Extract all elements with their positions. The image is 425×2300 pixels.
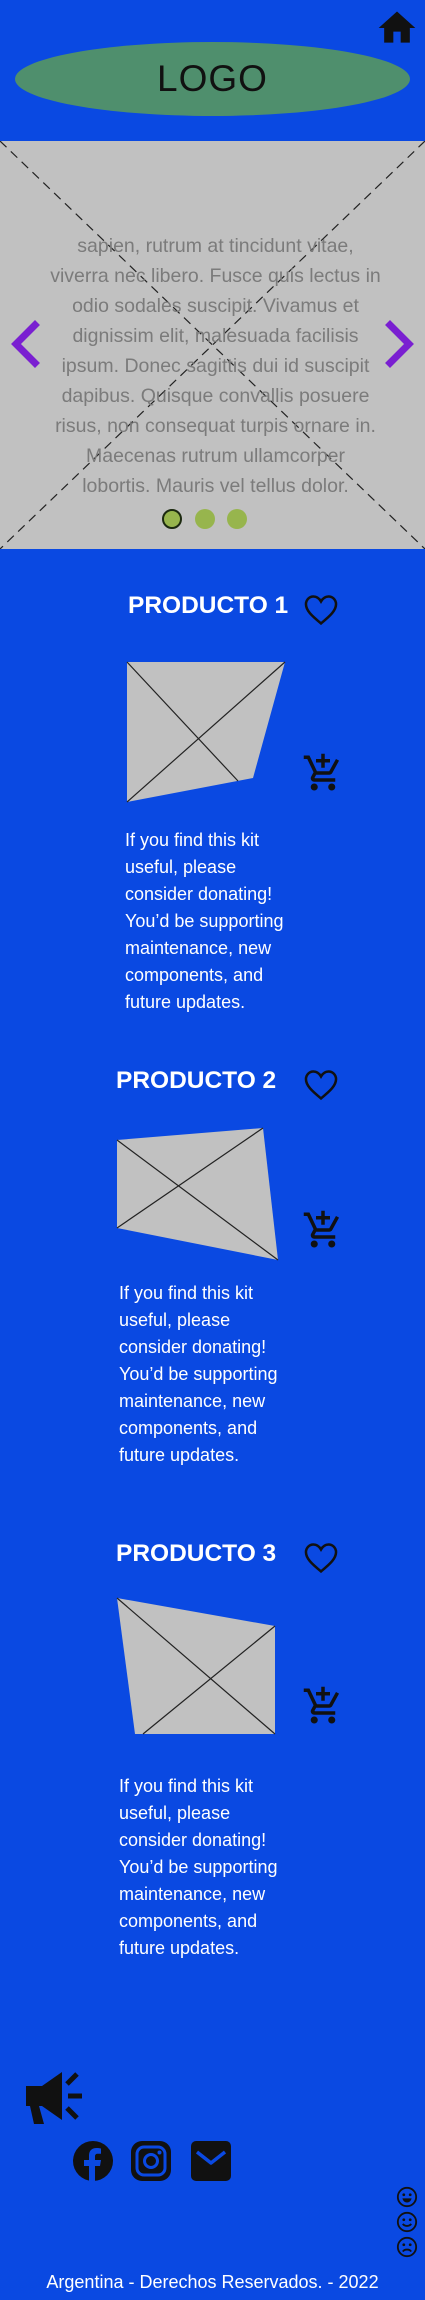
megaphone-icon <box>26 2072 82 2124</box>
product-image-placeholder <box>116 1127 279 1261</box>
description-line: components, and <box>119 1418 258 1438</box>
carousel-dot-3[interactable] <box>227 509 247 529</box>
description-line: consider donating! <box>119 1830 267 1850</box>
chevron-right-icon[interactable] <box>383 319 417 369</box>
mail-icon[interactable] <box>190 2140 232 2182</box>
description-line: maintenance, new <box>119 1884 266 1904</box>
carousel-text-line: dapibus. Quisque convallis posuere <box>61 385 370 407</box>
heart-icon[interactable] <box>302 1538 340 1578</box>
carousel-dot-2[interactable] <box>195 509 215 529</box>
product-card-3: PRODUCTO 3 If you find this kit useful, … <box>0 1508 425 1968</box>
product-card-1: PRODUCTO 1 If you find this kit useful, … <box>0 560 425 1020</box>
description-line: maintenance, new <box>119 1391 266 1411</box>
product-title: PRODUCTO 3 <box>116 1540 277 1567</box>
add-to-cart-icon[interactable] <box>302 750 344 796</box>
happy-face-icon[interactable] <box>396 2186 418 2208</box>
carousel-text-line: sapien, rutrum at tincidunt vitae, <box>77 235 354 257</box>
add-to-cart-icon[interactable] <box>302 1207 344 1253</box>
description-line: consider donating! <box>125 884 273 904</box>
description-line: components, and <box>125 965 264 985</box>
header: LOGO <box>0 0 425 141</box>
chevron-left-icon[interactable] <box>8 319 42 369</box>
product-description: If you find this kit useful, please cons… <box>119 1280 309 1469</box>
product-card-2: PRODUCTO 2 If you find this kit useful, … <box>0 1035 425 1495</box>
carousel-text-line: risus, non consequat turpis ornare in. <box>55 415 376 437</box>
description-line: useful, please <box>119 1310 231 1330</box>
description-line: If you find this kit <box>125 830 260 850</box>
description-line: If you find this kit <box>119 1283 254 1303</box>
carousel-text-line: viverra nec libero. Fusce quis lectus in <box>50 265 381 287</box>
description-line: consider donating! <box>119 1337 267 1357</box>
logo-text: LOGO <box>157 58 268 99</box>
product-description: If you find this kit useful, please cons… <box>119 1773 309 1962</box>
logo[interactable]: LOGO <box>15 42 410 116</box>
description-line: You’d be supporting <box>125 911 284 931</box>
carousel-text-line: odio sodales suscipit. Vivamus et <box>72 295 359 317</box>
description-line: You’d be supporting <box>119 1364 278 1384</box>
image-carousel: sapien, rutrum at tincidunt vitae, viver… <box>0 141 425 549</box>
carousel-text-line: lobortis. Mauris vel tellus dolor. <box>82 475 349 497</box>
product-image-placeholder <box>126 661 286 803</box>
description-line: future updates. <box>119 1445 240 1465</box>
facebook-icon[interactable] <box>72 2140 114 2182</box>
carousel-text-line: ipsum. Donec sagittis dui id suscipit <box>61 355 370 377</box>
description-line: components, and <box>119 1911 258 1931</box>
description-line: You’d be supporting <box>119 1857 278 1877</box>
carousel-text-line: dignissim elit, malesuada facilisis <box>72 325 359 347</box>
description-line: future updates. <box>125 992 246 1012</box>
product-title: PRODUCTO 1 <box>128 592 289 619</box>
description-line: If you find this kit <box>119 1776 254 1796</box>
add-to-cart-icon[interactable] <box>302 1683 344 1729</box>
description-line: useful, please <box>125 857 237 877</box>
heart-icon[interactable] <box>302 590 340 630</box>
home-icon[interactable] <box>375 6 419 50</box>
carousel-text-line: Maecenas rutrum ullamcorper <box>85 445 345 467</box>
product-title: PRODUCTO 2 <box>116 1067 277 1094</box>
smile-face-icon[interactable] <box>396 2211 418 2233</box>
carousel-text: sapien, rutrum at tincidunt vitae, viver… <box>28 231 403 501</box>
sad-face-icon[interactable] <box>396 2236 418 2258</box>
heart-icon[interactable] <box>302 1065 340 1105</box>
description-line: maintenance, new <box>125 938 272 958</box>
instagram-icon[interactable] <box>130 2140 172 2182</box>
product-description: If you find this kit useful, please cons… <box>125 827 315 1016</box>
carousel-dot-1[interactable] <box>162 509 182 529</box>
description-line: useful, please <box>119 1803 231 1823</box>
footer-copyright: Argentina - Derechos Reservados. - 2022 <box>46 2272 379 2292</box>
description-line: future updates. <box>119 1938 240 1958</box>
product-image-placeholder <box>116 1597 276 1735</box>
